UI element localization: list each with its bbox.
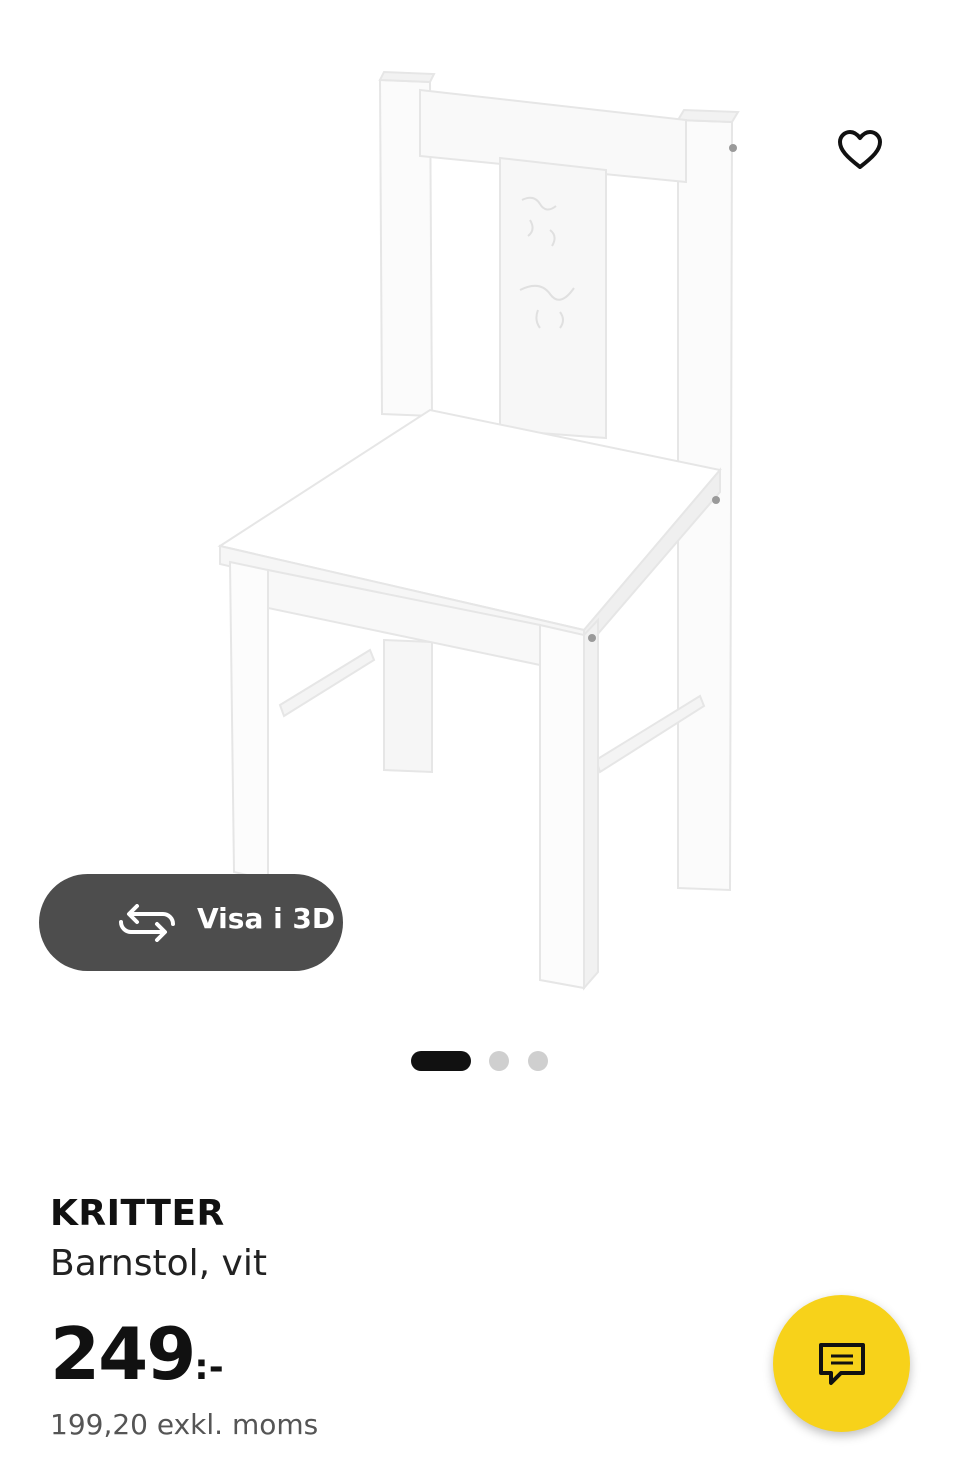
chat-button[interactable] [773, 1295, 910, 1432]
product-image [217, 70, 740, 991]
pagination-dot[interactable] [489, 1051, 509, 1071]
view-3d-label: Visa i 3D [197, 902, 336, 935]
chat-bubble-icon [818, 1342, 865, 1385]
price-suffix: :- [194, 1347, 224, 1388]
price-excl-vat: 199,20 exkl. moms [50, 1408, 319, 1441]
heart-outline-icon [838, 130, 882, 169]
price-integer: 249 [50, 1312, 196, 1396]
product-description: Barnstol, vit [50, 1243, 267, 1284]
favorite-button[interactable] [830, 120, 890, 180]
pagination-dot-active[interactable] [411, 1051, 471, 1071]
product-name: KRITTER [50, 1193, 225, 1234]
rotate-3d-icon [119, 904, 175, 942]
product-price: 249:- [50, 1312, 224, 1396]
view-3d-button[interactable]: Visa i 3D [39, 874, 343, 971]
product-gallery[interactable]: Visa i 3D [0, 0, 960, 1100]
pagination-dot[interactable] [528, 1051, 548, 1071]
